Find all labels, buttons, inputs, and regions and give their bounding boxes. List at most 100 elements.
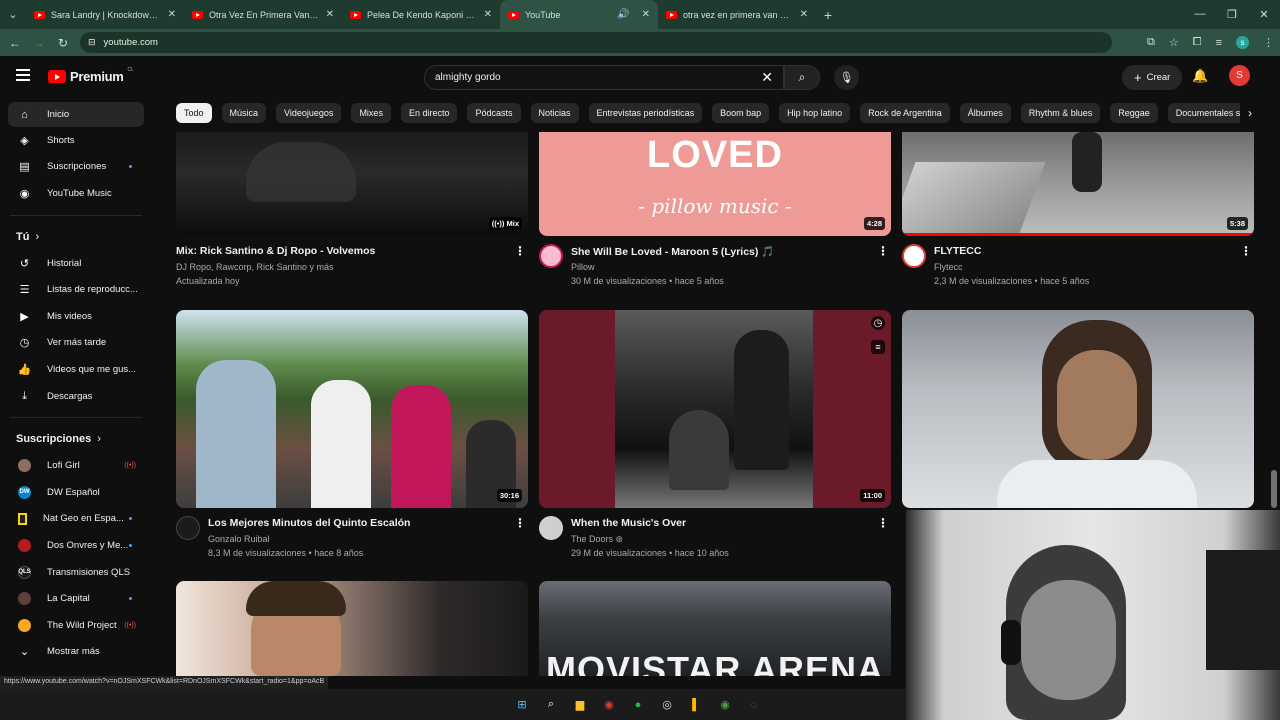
video-thumbnail[interactable]: MOVISTAR ARENA	[539, 581, 891, 676]
video-thumbnail[interactable]: LOVED - pillow music - 4:28	[539, 132, 891, 236]
windows-start-icon[interactable]: ⊞	[513, 696, 531, 714]
video-card[interactable]: MOVISTAR ARENA	[539, 581, 891, 676]
chip[interactable]: Hip hop latino	[779, 103, 851, 123]
sidebar-item-inicio[interactable]: ⌂ Inicio	[8, 102, 144, 127]
browser-tab[interactable]: Pelea De Kendo Kaponi Vs Arca ✕	[342, 0, 500, 29]
bookmark-icon[interactable]: ☆	[1169, 36, 1179, 49]
browser-tab[interactable]: Sara Landry | Knockdown Cente ✕	[26, 0, 184, 29]
video-card[interactable]: ((•)) Mix Mix: Rick Santino & Dj Ropo - …	[176, 132, 528, 292]
chip[interactable]: Noticias	[530, 103, 579, 123]
chip[interactable]: Videojuegos	[276, 103, 342, 123]
sidebar-item-my-videos[interactable]: ▶ Mis videos	[0, 303, 152, 330]
chip[interactable]: Entrevistas periodísticas	[588, 103, 703, 123]
channel-avatar[interactable]	[539, 244, 563, 268]
extensions-icon[interactable]: ⧠	[1193, 36, 1202, 49]
chip[interactable]: Pódcasts	[467, 103, 521, 123]
more-options-icon[interactable]: ⋮	[1240, 244, 1252, 258]
video-thumbnail[interactable]: ((•)) Mix	[176, 132, 528, 236]
video-title[interactable]: Los Mejores Minutos del Quinto Escalón	[208, 517, 410, 529]
video-card[interactable]: LOVED - pillow music - 4:28 She Will Be …	[539, 132, 891, 292]
more-options-icon[interactable]: ⋮	[877, 244, 889, 258]
profile-icon[interactable]: s	[1236, 36, 1249, 49]
browser-tab[interactable]: otra vez en primera van a ver a ✕	[658, 0, 816, 29]
channel-name[interactable]: Gonzalo Ruibal	[208, 534, 270, 544]
notes-app-icon[interactable]: ▌	[687, 696, 705, 714]
close-tab-icon[interactable]: ✕	[168, 9, 176, 20]
sidebar-channel-la-capital[interactable]: La Capital	[0, 585, 152, 612]
sidebar-item-liked[interactable]: 👍 Videos que me gus...	[0, 356, 152, 383]
channel-avatar[interactable]	[902, 244, 926, 268]
browser-tab[interactable]: Otra Vez En Primera Van A Ver ✕	[184, 0, 342, 29]
tab-search-icon[interactable]: ⌄	[0, 0, 26, 29]
youtube-premium-logo[interactable]: Premium CL	[48, 67, 134, 84]
create-button[interactable]: + Crear	[1122, 65, 1183, 90]
close-window-icon[interactable]: ✕	[1248, 8, 1280, 21]
video-title[interactable]: FLYTECC	[934, 245, 981, 257]
notifications-bell-icon[interactable]: 🔔	[1192, 68, 1208, 84]
sidebar-channel-nat-geo[interactable]: Nat Geo en Espa...	[0, 506, 152, 533]
channel-name[interactable]: Flytecc	[934, 262, 963, 272]
video-card[interactable]: 30:16 Los Mejores Minutos del Quinto Esc…	[176, 310, 528, 564]
close-tab-icon[interactable]: ✕	[642, 9, 650, 20]
chip[interactable]: En directo	[400, 103, 458, 123]
sidebar-show-more[interactable]: ⌄ Mostrar más	[0, 639, 152, 666]
sidebar-channel-transmisiones-qls[interactable]: QLS Transmisiones QLS	[0, 559, 152, 586]
sidebar-item-youtube-music[interactable]: ◉ YouTube Music	[0, 180, 152, 207]
search-button[interactable]: ⌕	[784, 65, 820, 90]
sidebar-item-history[interactable]: ↺ Historial	[0, 250, 152, 277]
video-thumbnail[interactable]	[176, 581, 528, 676]
video-card[interactable]: 5:38 FLYTECC Flytecc 2,3 M de visualizac…	[902, 132, 1254, 292]
sidebar-item-watch-later[interactable]: ◷ Ver más tarde	[0, 330, 152, 357]
video-thumbnail[interactable]: ◷ ≡ 11:00	[539, 310, 891, 508]
close-tab-icon[interactable]: ✕	[326, 9, 334, 20]
page-scrollbar[interactable]	[1271, 100, 1277, 510]
clear-search-icon[interactable]: ✕	[761, 69, 773, 86]
sidebar-channel-dw-espanol[interactable]: DW DW Español	[0, 479, 152, 506]
chrome-profile-icon[interactable]: ◉	[716, 696, 734, 714]
more-options-icon[interactable]: ⋮	[514, 244, 526, 258]
install-icon[interactable]: ⧉	[1147, 36, 1155, 49]
browser-tab-active[interactable]: YouTube 🔊 ✕	[500, 0, 658, 29]
chip[interactable]: Documentales s	[1167, 103, 1249, 123]
search-input[interactable]: almighty gordo ✕	[424, 65, 784, 90]
chip-todo[interactable]: Todo	[176, 103, 212, 123]
app-icon[interactable]: ◌	[745, 696, 763, 714]
sidebar-item-downloads[interactable]: ⤓ Descargas	[0, 383, 152, 410]
file-explorer-icon[interactable]: ▆	[571, 696, 589, 714]
watch-later-icon[interactable]: ◷	[871, 316, 885, 330]
speaker-icon[interactable]: 🔊	[617, 9, 629, 20]
sidebar-channel-dos-onvres[interactable]: Dos Onvres y Me...	[0, 532, 152, 559]
channel-name[interactable]: DJ Ropo, Rawcorp, Rick Santino y más	[176, 262, 334, 272]
media-icon[interactable]: ≡	[1216, 37, 1222, 49]
address-bar[interactable]: ⊟ youtube.com	[80, 32, 1112, 53]
menu-hamburger-icon[interactable]	[16, 69, 30, 81]
chip[interactable]: Rhythm & blues	[1020, 103, 1101, 123]
sidebar-heading-subscriptions[interactable]: Suscripciones ›	[0, 426, 152, 452]
reload-icon[interactable]: ↻	[51, 36, 75, 50]
add-to-queue-icon[interactable]: ≡	[871, 340, 885, 354]
chip[interactable]: Música	[221, 103, 267, 123]
sidebar-item-playlists[interactable]: ☰ Listas de reproducc...	[0, 276, 152, 303]
sidebar-channel-the-wild-project[interactable]: The Wild Project ((•))	[0, 612, 152, 639]
video-thumbnail[interactable]	[902, 310, 1254, 508]
video-title[interactable]: When the Music's Over	[571, 517, 686, 529]
chip[interactable]: Rock de Argentina	[860, 103, 950, 123]
minimize-icon[interactable]: —	[1184, 8, 1216, 21]
more-options-icon[interactable]: ⋮	[877, 516, 889, 530]
channel-avatar[interactable]	[176, 516, 200, 540]
voice-search-button[interactable]: 🎙	[834, 65, 859, 90]
spotify-icon[interactable]: ●	[629, 696, 647, 714]
sidebar-item-subscriptions[interactable]: ▤ Suscripciones	[0, 154, 152, 181]
channel-name[interactable]: The Doors ⊛	[571, 534, 623, 545]
new-tab-icon[interactable]: +	[816, 7, 840, 23]
video-title[interactable]: Mix: Rick Santino & Dj Ropo - Volvemos	[176, 245, 375, 257]
chips-next-chevron-icon[interactable]: ›	[1240, 103, 1260, 123]
github-icon[interactable]: ◎	[658, 696, 676, 714]
menu-icon[interactable]: ⋮	[1263, 36, 1274, 49]
sidebar-item-shorts[interactable]: ◈ Shorts	[0, 127, 152, 154]
video-card[interactable]	[902, 310, 1254, 508]
close-tab-icon[interactable]: ✕	[800, 9, 808, 20]
back-icon[interactable]: ←	[3, 36, 27, 50]
sidebar-heading-you[interactable]: Tú ›	[0, 224, 152, 250]
chip[interactable]: Mixes	[351, 103, 391, 123]
